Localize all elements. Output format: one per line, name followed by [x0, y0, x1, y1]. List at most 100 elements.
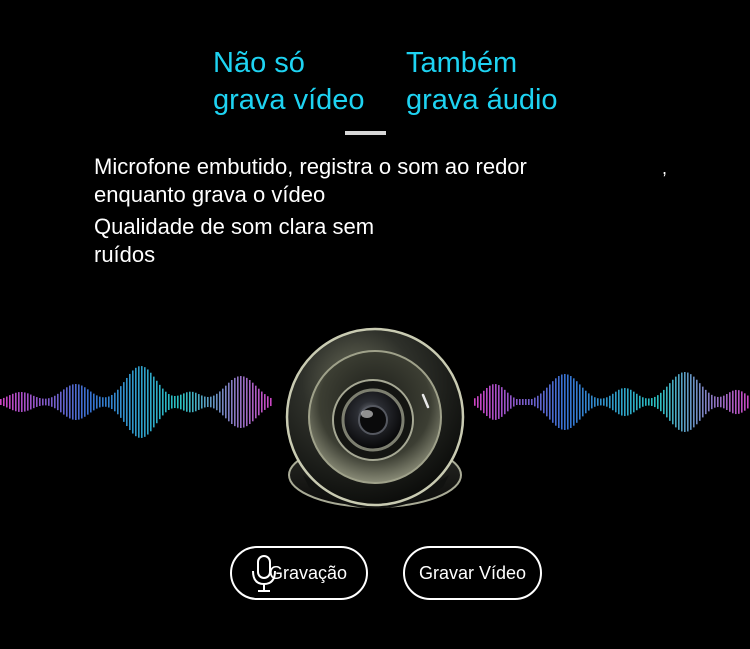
wave-bar [180, 394, 182, 410]
wave-bar [261, 391, 263, 413]
wave-bar [585, 390, 587, 414]
wave-bar [165, 391, 167, 413]
wave-bar [249, 380, 251, 424]
wave-bar [537, 395, 539, 409]
wave-bar [126, 377, 128, 427]
wave-bar [60, 391, 62, 413]
wave-bar [186, 392, 188, 412]
record-video-button[interactable]: Gravar Vídeo [403, 546, 542, 600]
wave-bar [708, 392, 710, 412]
wave-bar [720, 396, 722, 408]
wave-bar [183, 393, 185, 411]
wave-bar [66, 387, 68, 417]
wave-bar [534, 397, 536, 407]
wave-bar [729, 392, 731, 412]
wave-bar [162, 388, 164, 416]
recording-button[interactable]: Gravação [230, 546, 368, 600]
wave-bar [171, 395, 173, 409]
wave-bar [42, 398, 44, 406]
wave-bar [69, 385, 71, 419]
description-block-1: Microfone embutido, registra o som ao re… [94, 153, 527, 209]
wave-bar [573, 378, 575, 426]
wave-bar [240, 375, 242, 429]
wave-bar [513, 397, 515, 407]
wave-bar [672, 379, 674, 425]
wave-bar [687, 372, 689, 432]
wave-bar [549, 384, 551, 420]
wave-bar [525, 399, 527, 405]
wave-bar [24, 392, 26, 412]
wave-bar [690, 374, 692, 430]
wave-bar [39, 398, 41, 406]
wave-bar [627, 388, 629, 416]
wave-bar [714, 396, 716, 408]
wave-bar [102, 397, 104, 407]
wave-bar [93, 393, 95, 411]
recording-button-label: Gravação [268, 562, 348, 583]
wave-bar [651, 398, 653, 406]
wave-bar [198, 394, 200, 410]
wave-bar [480, 393, 482, 411]
description-line-2: enquanto grava o vídeo [94, 182, 326, 207]
wave-bar [474, 398, 476, 406]
wave-bar [27, 393, 29, 411]
wave-bar [618, 389, 620, 415]
stray-comma: , [662, 158, 668, 178]
wave-bar [726, 394, 728, 410]
wave-bar [132, 370, 134, 434]
wave-bar [207, 396, 209, 408]
wave-bar [624, 387, 626, 417]
wave-bar [87, 389, 89, 415]
divider [345, 131, 386, 135]
wave-bar [0, 399, 2, 405]
wave-bar [570, 376, 572, 428]
wave-bar [492, 384, 494, 420]
wave-bar [204, 396, 206, 408]
wave-bar [81, 385, 83, 419]
wave-bar [639, 395, 641, 409]
wave-bar [582, 387, 584, 417]
wave-bar [558, 376, 560, 428]
wave-bar [477, 396, 479, 408]
wave-bar [612, 393, 614, 411]
wave-bar [684, 371, 686, 433]
wave-bar [633, 391, 635, 413]
wave-bar [54, 395, 56, 409]
wave-bar [63, 389, 65, 415]
wave-bar [654, 396, 656, 408]
description-line-1: Microfone embutido, registra o som ao re… [94, 154, 527, 179]
wave-bar [21, 392, 23, 412]
wave-bar [732, 390, 734, 414]
wave-bar [552, 381, 554, 423]
wave-bar [270, 397, 272, 407]
wave-bar [678, 374, 680, 430]
headline-left-line2: grava vídeo [213, 84, 365, 116]
wave-bar [621, 388, 623, 416]
wave-bar [150, 372, 152, 432]
wave-bar [594, 397, 596, 407]
wave-bar [78, 384, 80, 420]
wave-bar [117, 389, 119, 415]
wave-bar [177, 395, 179, 409]
wave-bar [507, 392, 509, 412]
wave-bar [12, 393, 14, 411]
dome-camera-icon [285, 327, 465, 509]
wave-bar [576, 381, 578, 423]
wave-bar [147, 369, 149, 435]
wave-bar [675, 376, 677, 428]
wave-bar [246, 377, 248, 427]
wave-bar [738, 390, 740, 414]
wave-bar [516, 399, 518, 405]
wave-bar [129, 373, 131, 431]
wave-bar [483, 390, 485, 414]
wave-bar [33, 395, 35, 409]
wave-bar [252, 382, 254, 422]
wave-bar [498, 385, 500, 419]
wave-bar [6, 396, 8, 408]
wave-bar [48, 398, 50, 406]
wave-bar [105, 397, 107, 407]
wave-bar [141, 366, 143, 438]
wave-bar [168, 394, 170, 410]
wave-bar [519, 399, 521, 405]
wave-bar [723, 395, 725, 409]
